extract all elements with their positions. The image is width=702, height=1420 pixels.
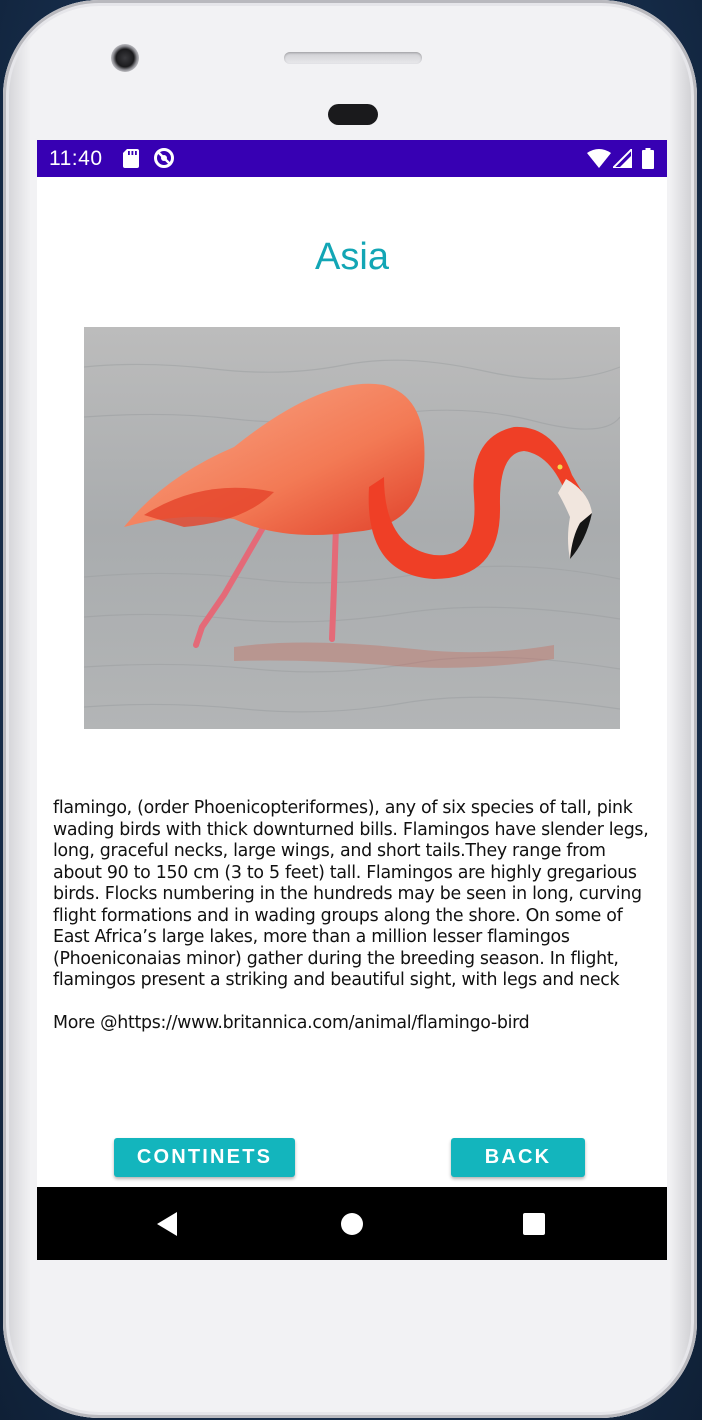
app-screen: 11:40 Asia flamingo, (order Phoenicopter… [37,140,667,1260]
nav-home-button[interactable] [307,1187,397,1260]
description-text: flamingo, (order Phoenicopteriformes), a… [53,798,654,990]
phone-frame: 11:40 Asia flamingo, (order Phoenicopter… [3,0,697,1418]
status-time: 11:40 [49,147,103,170]
signal-icon [613,149,632,168]
page-title: Asia [315,236,389,278]
nav-recents-button[interactable] [489,1187,579,1260]
more-link[interactable]: More @https://www.britannica.com/animal/… [53,1013,653,1035]
back-button[interactable]: BACK [451,1138,585,1177]
proximity-sensor [328,104,378,125]
flamingo-photo [84,327,620,729]
earpiece-speaker [284,52,422,64]
front-camera-icon [111,44,139,72]
nav-back-button[interactable] [123,1187,213,1260]
recents-square-icon [523,1212,545,1235]
battery-icon [642,148,654,169]
home-circle-icon [341,1212,363,1235]
wifi-icon [587,149,611,168]
sd-card-icon [123,149,139,168]
continents-button[interactable]: CONTINETS [114,1138,295,1177]
navigation-bar [37,1187,667,1260]
back-triangle-icon [157,1211,177,1236]
status-bar: 11:40 [37,140,667,177]
data-saver-icon [154,148,174,168]
